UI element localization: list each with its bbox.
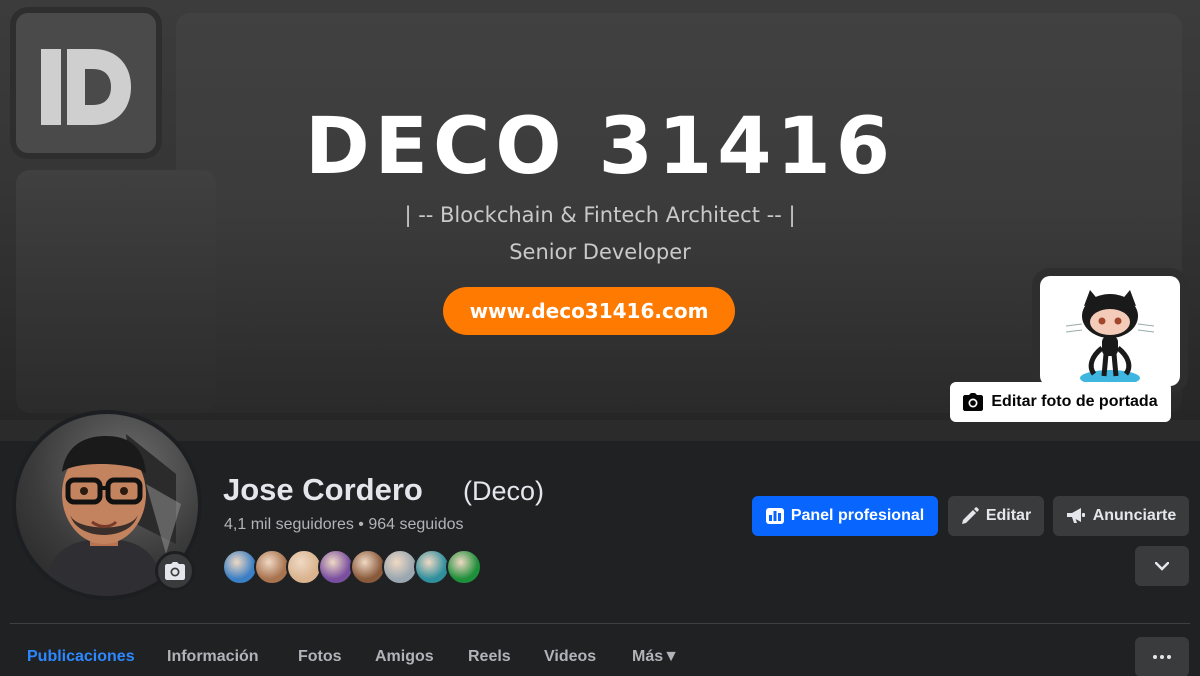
more-profile-options-button[interactable] — [1135, 546, 1189, 586]
tab-publicaciones[interactable]: Publicaciones — [27, 648, 135, 666]
update-avatar-button[interactable] — [155, 551, 195, 591]
friend-avatar[interactable] — [414, 549, 450, 585]
professional-dashboard-button[interactable]: Panel profesional — [752, 496, 938, 536]
cover-card-left — [16, 170, 216, 413]
tab-informacion[interactable]: Información — [167, 648, 259, 666]
chart-icon — [765, 508, 784, 524]
friend-avatar[interactable] — [318, 549, 354, 585]
edit-cover-label: Editar foto de portada — [991, 393, 1158, 410]
chevron-down-icon — [1155, 561, 1169, 571]
friend-avatar[interactable] — [350, 549, 386, 585]
advertise-button[interactable]: Anunciarte — [1053, 496, 1189, 536]
tab-reels[interactable]: Reels — [468, 648, 511, 666]
camera-icon — [165, 562, 185, 580]
cover-photo[interactable]: DECO 31416 | -- Blockchain & Fintech Arc… — [0, 0, 1200, 441]
profile-tabs: Publicaciones Información Fotos Amigos R… — [10, 636, 810, 676]
friend-avatar[interactable] — [286, 549, 322, 585]
friend-avatar[interactable] — [254, 549, 290, 585]
brand-title: DECO 31416 — [304, 102, 896, 192]
edit-profile-label: Editar — [985, 507, 1032, 524]
tab-mas-label: Más — [632, 648, 664, 665]
brand-url: www.deco31416.com — [443, 287, 735, 335]
profile-nickname: (Deco) — [463, 476, 545, 506]
deco-logo-icon — [41, 49, 131, 125]
brand-role: Senior Developer — [509, 240, 691, 264]
megaphone-icon — [1066, 508, 1085, 523]
github-card — [1040, 276, 1180, 386]
ellipsis-icon — [1153, 655, 1171, 659]
pencil-icon — [961, 507, 979, 524]
friend-avatar[interactable] — [446, 549, 482, 585]
advertise-label: Anunciarte — [1092, 507, 1177, 524]
tab-amigos[interactable]: Amigos — [375, 648, 434, 666]
more-options-button[interactable] — [1135, 637, 1189, 676]
edit-cover-photo-button[interactable]: Editar foto de portada — [950, 382, 1171, 422]
followers-count[interactable]: 4,1 mil seguidores • 964 seguidos — [224, 516, 464, 534]
tab-videos[interactable]: Videos — [544, 648, 596, 666]
camera-icon — [963, 393, 984, 411]
friend-avatar[interactable] — [222, 549, 258, 585]
github-octocat-icon — [1065, 290, 1155, 386]
tab-fotos[interactable]: Fotos — [298, 648, 342, 666]
brand-subtitle: | -- Blockchain & Fintech Architect -- | — [404, 203, 796, 227]
friend-avatars — [222, 549, 484, 585]
profile-name: Jose Cordero — [223, 472, 423, 507]
tab-mas[interactable]: Más▼ — [632, 648, 679, 666]
deco-logo — [16, 13, 156, 153]
edit-profile-button[interactable]: Editar — [948, 496, 1044, 536]
professional-dashboard-label: Panel profesional — [790, 507, 925, 524]
header-divider — [10, 623, 1190, 624]
friend-avatar[interactable] — [382, 549, 418, 585]
caret-down-icon: ▼ — [663, 648, 679, 665]
